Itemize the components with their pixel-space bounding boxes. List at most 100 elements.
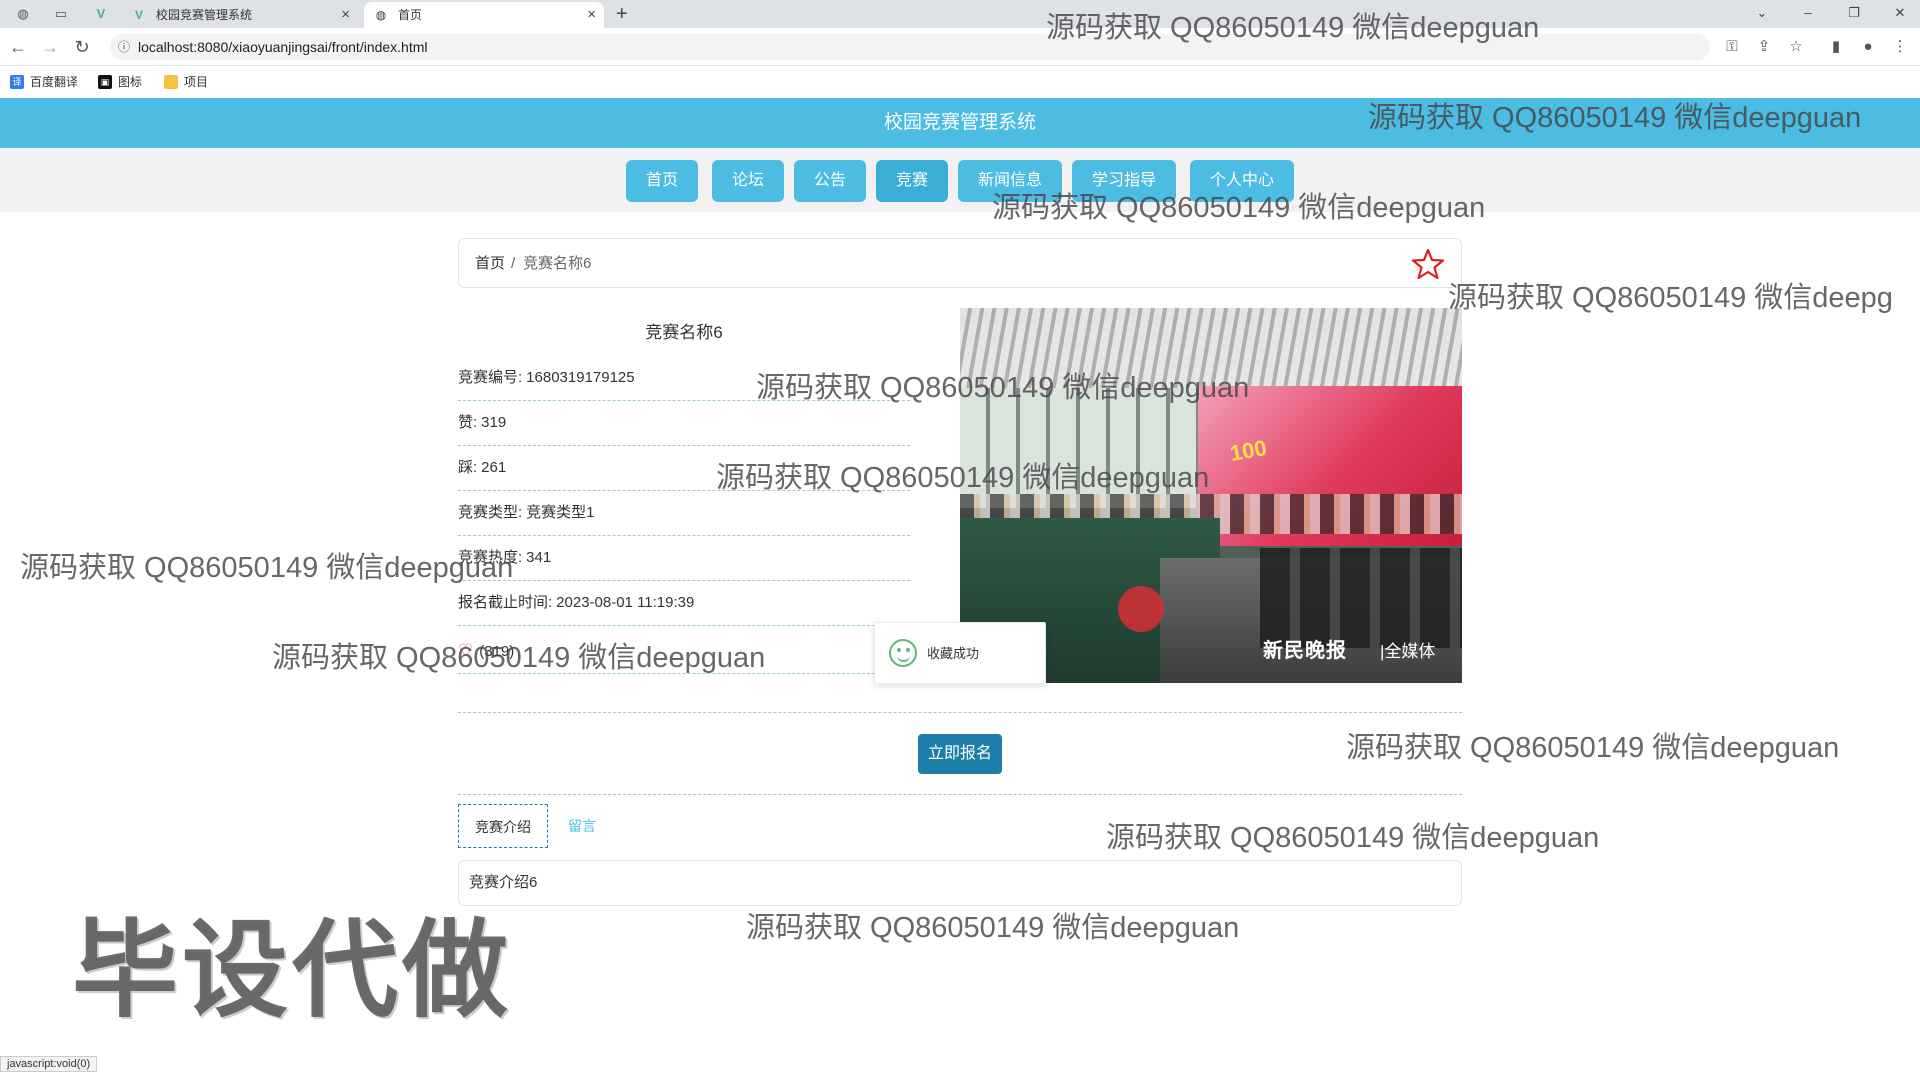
browser-tab-bar: ◍ ▭ V V 校园竞赛管理系统 × ◍ 首页 × + ⌄ – ❐ ✕	[0, 0, 1920, 28]
reload-icon[interactable]: ↻	[72, 37, 92, 57]
vue-logo-icon[interactable]: V	[92, 5, 110, 23]
watermark: 源码获取 QQ86050149 微信deepguan	[1346, 732, 1840, 764]
browser-menu-icon[interactable]: ◍	[14, 5, 32, 23]
close-icon[interactable]: ×	[587, 2, 596, 28]
globe-icon: ◍	[375, 8, 387, 22]
main-nav: 首页 论坛 公告 竞赛 新闻信息 学习指导 个人中心	[0, 148, 1920, 212]
breadcrumb-home[interactable]: 首页	[475, 239, 505, 289]
url-field[interactable]: ⓘ localhost:8080/xiaoyuanjingsai/front/i…	[110, 34, 1710, 60]
watermark-large: 毕设代做	[72, 912, 512, 1030]
nav-personal-center[interactable]: 个人中心	[1190, 160, 1294, 202]
smile-icon	[889, 639, 917, 667]
toast-message: 收藏成功	[874, 622, 1046, 684]
info-icon[interactable]: ⓘ	[118, 34, 130, 60]
field-label: 竞赛热度:	[458, 549, 523, 566]
nav-notice[interactable]: 公告	[794, 160, 866, 202]
breadcrumb-separator: /	[511, 255, 516, 272]
folder-icon	[164, 75, 178, 89]
tab-message[interactable]: 留言	[560, 804, 604, 848]
field-popularity: 竞赛热度: 341	[458, 536, 910, 581]
key-icon[interactable]: ⚿	[1722, 37, 1742, 57]
photo-ceiling	[960, 308, 1462, 398]
field-thumbs-down: 踩: 261	[458, 446, 910, 491]
breadcrumb-current: 竞赛名称6	[523, 255, 592, 272]
minimize-icon[interactable]: –	[1796, 2, 1820, 24]
nav-competition[interactable]: 竞赛	[876, 160, 948, 202]
field-value: 2023-08-01 11:19:39	[556, 594, 695, 611]
tab-title: 首页	[398, 8, 423, 22]
browser-status-bar: javascript:void(0)	[0, 1056, 98, 1072]
competition-title: 竞赛名称6	[645, 323, 723, 342]
url-text: localhost:8080/xiaoyuanjingsai/front/ind…	[138, 39, 428, 55]
photo-windows	[960, 388, 1210, 508]
field-thumbs-up: 赞: 319	[458, 401, 910, 446]
cursor-click-indicator	[1118, 586, 1164, 632]
watermark: 源码获取 QQ86050149 微信deepg	[1448, 282, 1893, 314]
field-value: 261	[481, 459, 507, 476]
translate-icon: 译	[10, 75, 24, 89]
side-panel-icon[interactable]: ▮	[1826, 37, 1846, 57]
restore-icon[interactable]: ❐	[1842, 2, 1866, 24]
blank-tab-icon[interactable]: ▭	[52, 5, 70, 23]
field-competition-number: 竞赛编号: 1680319179125	[458, 356, 910, 401]
field-value: 341	[526, 549, 552, 566]
nav-news[interactable]: 新闻信息	[958, 160, 1062, 202]
favorite-star-icon[interactable]	[1411, 247, 1445, 281]
vue-logo-icon: V	[134, 8, 143, 22]
bookmark-icons[interactable]: ▣ 图标	[98, 73, 142, 91]
breadcrumb: 首页 / 竞赛名称6	[458, 238, 1462, 288]
image-icon: ▣	[98, 75, 112, 89]
bookmarks-bar: 译 百度翻译 ▣ 图标 项目	[0, 66, 1920, 98]
photo-people	[1260, 548, 1462, 648]
site-header: 校园竞赛管理系统	[0, 98, 1920, 148]
tab-competition-system[interactable]: V 校园竞赛管理系统 ×	[122, 2, 358, 28]
nav-study-guide[interactable]: 学习指导	[1072, 160, 1176, 202]
bookmark-baidu-translate[interactable]: 译 百度翻译	[10, 73, 78, 91]
back-icon[interactable]: ←	[8, 37, 28, 57]
bookmark-project-folder[interactable]: 项目	[164, 73, 208, 91]
field-label: 报名截止时间:	[458, 594, 553, 611]
profile-icon[interactable]: ●	[1858, 37, 1878, 57]
field-label: 赞:	[458, 414, 478, 431]
bookmark-label: 图标	[118, 75, 143, 89]
photo-caption-media: |全媒体	[1380, 642, 1436, 661]
watermark: 源码获取 QQ86050149 微信deepguan	[746, 912, 1240, 944]
screen: { "browser": { "tabs": [ {"title": "校园竞赛…	[0, 0, 1920, 1072]
field-competition-type: 竞赛类型: 竞赛类型1	[458, 491, 910, 536]
more-menu-icon[interactable]: ⋮	[1890, 37, 1910, 57]
field-label: 竞赛类型:	[458, 504, 523, 521]
field-label: 踩:	[458, 459, 478, 476]
bookmark-star-icon[interactable]: ☆	[1786, 37, 1806, 57]
tab-home[interactable]: ◍ 首页 ×	[364, 2, 604, 28]
divider	[458, 794, 1462, 795]
like-count: (319)	[479, 643, 515, 660]
signup-button[interactable]: 立即报名	[918, 734, 1002, 774]
tab-intro[interactable]: 竞赛介绍	[458, 804, 548, 848]
photo-caption: 新民晚报	[1263, 640, 1347, 662]
close-window-icon[interactable]: ✕	[1888, 2, 1912, 24]
watermark: 源码获取 QQ86050149 微信deepguan	[20, 552, 514, 584]
bookmark-label: 百度翻译	[30, 75, 79, 89]
watermark: 源码获取 QQ86050149 微信deepguan	[1106, 822, 1600, 854]
tab-title: 校园竞赛管理系统	[156, 8, 253, 22]
field-value: 319	[481, 414, 507, 431]
heart-icon[interactable]: ♡	[458, 641, 473, 660]
divider	[458, 712, 1462, 713]
nav-home[interactable]: 首页	[626, 160, 698, 202]
site-title: 校园竞赛管理系统	[883, 112, 1036, 133]
field-label: 竞赛编号:	[458, 369, 523, 386]
intro-content: 竞赛介绍6	[458, 860, 1462, 906]
bookmark-label: 项目	[184, 75, 209, 89]
share-icon[interactable]: ⇪	[1754, 37, 1774, 57]
tab-search-icon[interactable]: ⌄	[1750, 2, 1774, 24]
field-value: 竞赛类型1	[526, 504, 595, 521]
field-value: 1680319179125	[526, 369, 635, 386]
new-tab-button[interactable]: +	[616, 2, 628, 26]
close-icon[interactable]: ×	[341, 2, 350, 28]
address-bar: ← → ↻ ⓘ localhost:8080/xiaoyuanjingsai/f…	[0, 28, 1920, 66]
forward-icon[interactable]: →	[40, 37, 60, 57]
like-row[interactable]: ♡ (319)	[458, 628, 910, 674]
field-deadline: 报名截止时间: 2023-08-01 11:19:39	[458, 581, 910, 626]
toast-text: 收藏成功	[927, 646, 980, 661]
nav-forum[interactable]: 论坛	[712, 160, 784, 202]
